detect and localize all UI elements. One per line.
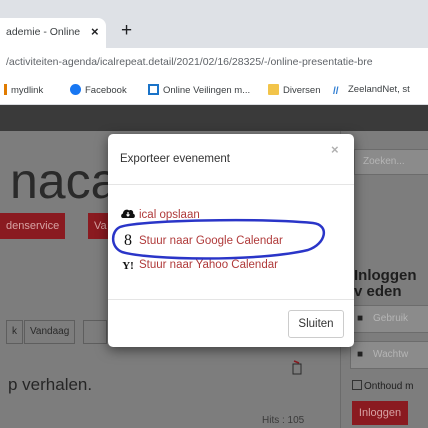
ical-icon (121, 209, 135, 218)
zeelandnet-icon: // (333, 86, 339, 97)
remember-checkbox[interactable] (352, 380, 362, 390)
username-field[interactable]: ■ Gebruik (350, 305, 428, 333)
bookmark-zeelandnet[interactable]: // ZeelandNet, st (333, 84, 410, 97)
calendar-prev-button[interactable]: k (6, 320, 23, 344)
password-placeholder: Wachtw (373, 349, 409, 360)
folder-icon (268, 84, 279, 95)
login-button[interactable]: Inloggen (352, 401, 408, 425)
export-event-modal: Exporteer evenement × ical opslaan 8 Stuu… (108, 134, 354, 347)
search-input[interactable]: Zoeken... (354, 149, 428, 175)
browser-tab[interactable]: ademie - Online × (0, 18, 106, 48)
bookmark-online-veilingen[interactable]: Online Veilingen m... (148, 84, 250, 96)
google-icon: 8 (124, 232, 132, 249)
browser-tab-strip: ademie - Online × + (0, 0, 428, 48)
export-calendar-icon[interactable] (292, 360, 302, 376)
google-calendar-option[interactable]: 8 Stuur naar Google Calendar (120, 232, 283, 250)
bookmark-label: Online Veilingen m... (163, 85, 251, 96)
top-nav-bar (0, 105, 428, 131)
username-placeholder: Gebruik (373, 313, 409, 324)
bookmark-label: Facebook (85, 85, 127, 96)
bookmarks-bar: mydlink Facebook Online Veilingen m... D… (0, 78, 428, 105)
calendar-today-button[interactable]: Vandaag (24, 320, 76, 344)
remember-label: Onthoud m (364, 381, 414, 392)
remember-me[interactable]: Onthoud m (352, 380, 413, 392)
new-tab-icon[interactable]: + (121, 20, 132, 42)
yahoo-calendar-option[interactable]: Y! Stuur naar Yahoo Calendar (120, 259, 278, 272)
veilingen-icon (148, 84, 159, 95)
lock-icon: ■ (357, 349, 364, 360)
bookmark-mydlink[interactable]: mydlink (4, 84, 43, 96)
close-button[interactable]: Sluiten (288, 310, 344, 338)
google-calendar-label: Stuur naar Google Calendar (139, 235, 283, 247)
ical-option[interactable]: ical opslaan (120, 206, 200, 221)
modal-close-icon[interactable]: × (331, 142, 339, 157)
modal-header: Exporteer evenement × (108, 134, 354, 185)
facebook-icon (70, 84, 81, 95)
url-text[interactable]: /activiteiten-agenda/icalrepeat.detail/2… (6, 56, 373, 68)
address-bar[interactable]: /activiteiten-agenda/icalrepeat.detail/2… (0, 48, 428, 78)
bookmark-label: ZeelandNet, st (348, 84, 410, 95)
tab-title: ademie - Online (6, 26, 81, 38)
tab-close-icon[interactable]: × (91, 24, 99, 39)
ical-option-label: ical opslaan (139, 209, 200, 221)
event-heading: p verhalen. (8, 375, 93, 394)
bookmark-facebook[interactable]: Facebook (70, 84, 127, 96)
modal-footer: Sluiten (108, 299, 354, 348)
login-heading: Inloggen v eden (354, 267, 417, 300)
yahoo-icon: Y! (122, 260, 134, 272)
bookmark-label: mydlink (11, 85, 44, 96)
bookmark-diversen[interactable]: Diversen (268, 84, 321, 96)
password-field[interactable]: ■ Wachtw (350, 341, 428, 369)
menu-button-service[interactable]: denservice (0, 213, 66, 239)
yahoo-calendar-label: Stuur naar Yahoo Calendar (139, 259, 278, 271)
user-icon: ■ (357, 313, 364, 324)
calendar-next-button[interactable] (83, 320, 107, 344)
bookmark-label: Diversen (283, 85, 321, 96)
hits-counter: Hits : 105 (262, 415, 305, 426)
modal-title: Exporteer evenement (120, 153, 230, 165)
site-title: naca (10, 153, 119, 209)
mydlink-icon (4, 84, 7, 95)
